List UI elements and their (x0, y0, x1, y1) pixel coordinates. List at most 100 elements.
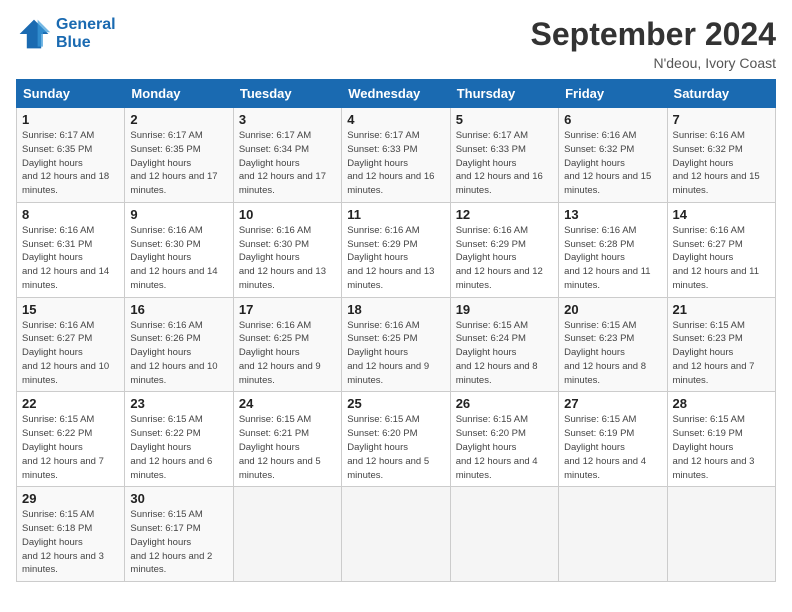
calendar-week-row: 1Sunrise: 6:17 AMSunset: 6:35 PMDaylight… (17, 108, 776, 203)
day-detail: Sunrise: 6:16 AMSunset: 6:27 PMDaylight … (22, 319, 119, 388)
logo-icon (16, 16, 52, 52)
day-detail: Sunrise: 6:16 AMSunset: 6:29 PMDaylight … (456, 224, 553, 293)
day-detail: Sunrise: 6:16 AMSunset: 6:30 PMDaylight … (239, 224, 336, 293)
header-wednesday: Wednesday (342, 80, 450, 108)
day-number: 29 (22, 491, 119, 506)
calendar-cell (342, 487, 450, 582)
day-number: 20 (564, 302, 661, 317)
logo-text: General Blue (56, 16, 116, 51)
header-monday: Monday (125, 80, 233, 108)
day-detail: Sunrise: 6:16 AMSunset: 6:32 PMDaylight … (673, 129, 770, 198)
day-number: 4 (347, 112, 444, 127)
calendar-cell (559, 487, 667, 582)
day-detail: Sunrise: 6:15 AMSunset: 6:22 PMDaylight … (22, 413, 119, 482)
day-number: 12 (456, 207, 553, 222)
day-detail: Sunrise: 6:17 AMSunset: 6:34 PMDaylight … (239, 129, 336, 198)
calendar-subtitle: N'deou, Ivory Coast (531, 55, 776, 71)
calendar-cell: 25 Sunrise: 6:15 AMSunset: 6:20 PMDayligh… (342, 392, 450, 487)
day-detail: Sunrise: 6:16 AMSunset: 6:29 PMDaylight … (347, 224, 444, 293)
day-detail: Sunrise: 6:16 AMSunset: 6:27 PMDaylight … (673, 224, 770, 293)
day-detail: Sunrise: 6:15 AMSunset: 6:23 PMDaylight … (673, 319, 770, 388)
logo: General Blue (16, 16, 116, 52)
calendar-cell: 8 Sunrise: 6:16 AMSunset: 6:31 PMDaylight… (17, 202, 125, 297)
calendar-cell: 9 Sunrise: 6:16 AMSunset: 6:30 PMDaylight… (125, 202, 233, 297)
calendar-cell: 27 Sunrise: 6:15 AMSunset: 6:19 PMDayligh… (559, 392, 667, 487)
day-number: 15 (22, 302, 119, 317)
day-number: 8 (22, 207, 119, 222)
day-detail: Sunrise: 6:17 AMSunset: 6:35 PMDaylight … (130, 129, 227, 198)
day-detail: Sunrise: 6:16 AMSunset: 6:25 PMDaylight … (347, 319, 444, 388)
calendar-cell: 17Sunrise: 6:16 AMSunset: 6:25 PMDayligh… (233, 297, 341, 392)
day-number: 19 (456, 302, 553, 317)
calendar-cell: 13 Sunrise: 6:16 AMSunset: 6:28 PMDayligh… (559, 202, 667, 297)
calendar-cell: 23 Sunrise: 6:15 AMSunset: 6:22 PMDayligh… (125, 392, 233, 487)
day-number: 2 (130, 112, 227, 127)
day-number: 9 (130, 207, 227, 222)
day-number: 10 (239, 207, 336, 222)
header-thursday: Thursday (450, 80, 558, 108)
day-detail: Sunrise: 6:15 AMSunset: 6:18 PMDaylight … (22, 508, 119, 577)
day-detail: Sunrise: 6:15 AMSunset: 6:22 PMDaylight … (130, 413, 227, 482)
title-area: September 2024 N'deou, Ivory Coast (531, 16, 776, 71)
day-detail: Sunrise: 6:15 AMSunset: 6:19 PMDaylight … (564, 413, 661, 482)
day-detail: Sunrise: 6:17 AMSunset: 6:33 PMDaylight … (456, 129, 553, 198)
calendar-cell: 28 Sunrise: 6:15 AMSunset: 6:19 PMDayligh… (667, 392, 775, 487)
day-number: 26 (456, 396, 553, 411)
calendar-cell: 19 Sunrise: 6:15 AMSunset: 6:24 PMDayligh… (450, 297, 558, 392)
day-detail: Sunrise: 6:15 AMSunset: 6:21 PMDaylight … (239, 413, 336, 482)
calendar-cell: 7 Sunrise: 6:16 AMSunset: 6:32 PMDaylight… (667, 108, 775, 203)
day-detail: Sunrise: 6:17 AMSunset: 6:33 PMDaylight … (347, 129, 444, 198)
calendar-cell: 15 Sunrise: 6:16 AMSunset: 6:27 PMDayligh… (17, 297, 125, 392)
header-saturday: Saturday (667, 80, 775, 108)
calendar-cell: 1Sunrise: 6:17 AMSunset: 6:35 PMDaylight… (17, 108, 125, 203)
calendar-cell (233, 487, 341, 582)
calendar-cell: 29 Sunrise: 6:15 AMSunset: 6:18 PMDayligh… (17, 487, 125, 582)
day-detail: Sunrise: 6:17 AMSunset: 6:35 PMDaylight … (22, 129, 119, 198)
calendar-week-row: 15 Sunrise: 6:16 AMSunset: 6:27 PMDayligh… (17, 297, 776, 392)
day-detail: Sunrise: 6:16 AMSunset: 6:31 PMDaylight … (22, 224, 119, 293)
day-number: 22 (22, 396, 119, 411)
calendar-cell: 4 Sunrise: 6:17 AMSunset: 6:33 PMDaylight… (342, 108, 450, 203)
calendar-cell: 22 Sunrise: 6:15 AMSunset: 6:22 PMDayligh… (17, 392, 125, 487)
calendar-cell: 18Sunrise: 6:16 AMSunset: 6:25 PMDayligh… (342, 297, 450, 392)
day-detail: Sunrise: 6:15 AMSunset: 6:20 PMDaylight … (347, 413, 444, 482)
calendar-week-row: 29 Sunrise: 6:15 AMSunset: 6:18 PMDayligh… (17, 487, 776, 582)
day-detail: Sunrise: 6:15 AMSunset: 6:19 PMDaylight … (673, 413, 770, 482)
day-number: 28 (673, 396, 770, 411)
header-sunday: Sunday (17, 80, 125, 108)
day-number: 25 (347, 396, 444, 411)
calendar-cell: 10 Sunrise: 6:16 AMSunset: 6:30 PMDayligh… (233, 202, 341, 297)
day-number: 7 (673, 112, 770, 127)
day-number: 5 (456, 112, 553, 127)
calendar-cell: 2 Sunrise: 6:17 AMSunset: 6:35 PMDaylight… (125, 108, 233, 203)
day-detail: Sunrise: 6:15 AMSunset: 6:17 PMDaylight … (130, 508, 227, 577)
calendar-cell: 6Sunrise: 6:16 AMSunset: 6:32 PMDaylight… (559, 108, 667, 203)
day-number: 17 (239, 302, 336, 317)
calendar-cell: 12 Sunrise: 6:16 AMSunset: 6:29 PMDayligh… (450, 202, 558, 297)
day-number: 27 (564, 396, 661, 411)
calendar-cell: 26 Sunrise: 6:15 AMSunset: 6:20 PMDayligh… (450, 392, 558, 487)
header-friday: Friday (559, 80, 667, 108)
calendar-cell (667, 487, 775, 582)
day-number: 23 (130, 396, 227, 411)
calendar-cell: 3Sunrise: 6:17 AMSunset: 6:34 PMDaylight… (233, 108, 341, 203)
calendar-week-row: 8 Sunrise: 6:16 AMSunset: 6:31 PMDaylight… (17, 202, 776, 297)
calendar-cell: 14 Sunrise: 6:16 AMSunset: 6:27 PMDayligh… (667, 202, 775, 297)
day-number: 30 (130, 491, 227, 506)
day-number: 13 (564, 207, 661, 222)
calendar-table: SundayMondayTuesdayWednesdayThursdayFrid… (16, 79, 776, 582)
day-detail: Sunrise: 6:16 AMSunset: 6:28 PMDaylight … (564, 224, 661, 293)
day-number: 11 (347, 207, 444, 222)
calendar-cell: 20Sunrise: 6:15 AMSunset: 6:23 PMDayligh… (559, 297, 667, 392)
day-number: 6 (564, 112, 661, 127)
calendar-cell: 16Sunrise: 6:16 AMSunset: 6:26 PMDayligh… (125, 297, 233, 392)
day-detail: Sunrise: 6:15 AMSunset: 6:24 PMDaylight … (456, 319, 553, 388)
day-detail: Sunrise: 6:16 AMSunset: 6:30 PMDaylight … (130, 224, 227, 293)
calendar-cell: 11 Sunrise: 6:16 AMSunset: 6:29 PMDayligh… (342, 202, 450, 297)
calendar-cell: 24Sunrise: 6:15 AMSunset: 6:21 PMDayligh… (233, 392, 341, 487)
day-number: 14 (673, 207, 770, 222)
calendar-header-row: SundayMondayTuesdayWednesdayThursdayFrid… (17, 80, 776, 108)
day-detail: Sunrise: 6:15 AMSunset: 6:20 PMDaylight … (456, 413, 553, 482)
calendar-cell: 5 Sunrise: 6:17 AMSunset: 6:33 PMDaylight… (450, 108, 558, 203)
day-number: 16 (130, 302, 227, 317)
